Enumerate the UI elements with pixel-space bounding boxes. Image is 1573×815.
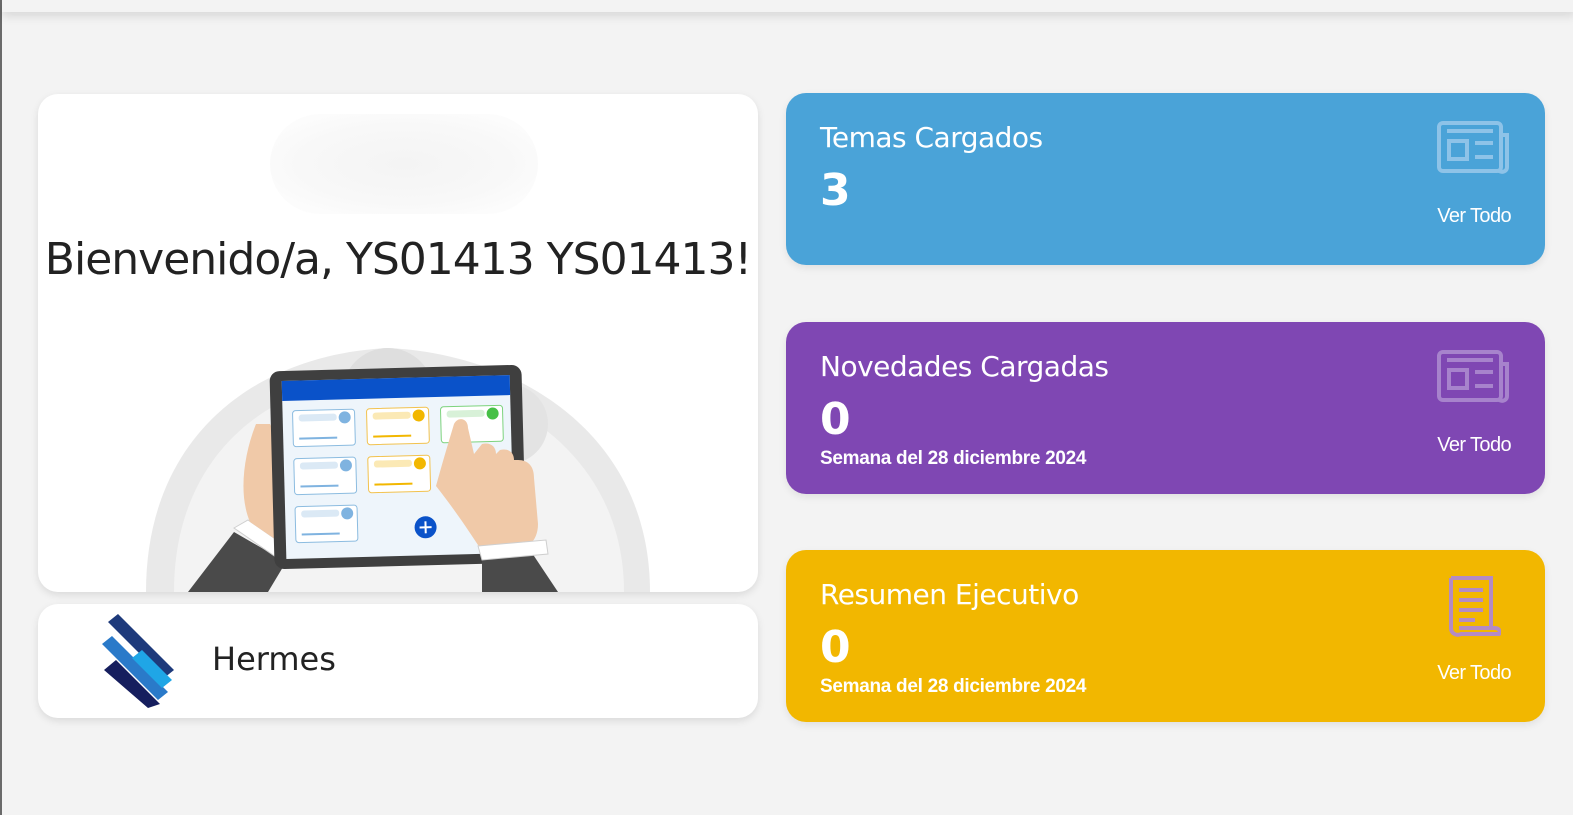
card-value: 0	[820, 622, 851, 673]
ver-todo-link[interactable]: Ver Todo	[1437, 662, 1511, 685]
card-title: Resumen Ejecutivo	[820, 578, 1079, 611]
card-title: Temas Cargados	[820, 121, 1043, 154]
tablet-illustration	[146, 348, 650, 592]
welcome-card: Bienvenido/a, YS01413 YS01413!	[38, 94, 758, 592]
brand-card: Hermes	[38, 604, 758, 718]
card-value: 3	[820, 165, 851, 216]
card-week-label: Semana del 28 diciembre 2024	[820, 676, 1087, 697]
hermes-logo	[102, 614, 174, 708]
card-title: Novedades Cargadas	[820, 350, 1109, 383]
brand-name: Hermes	[212, 640, 336, 678]
novedades-cargadas-card: Novedades Cargadas 0 Semana del 28 dicie…	[786, 322, 1545, 494]
newspaper-icon	[1437, 121, 1509, 174]
top-bar	[2, 0, 1573, 12]
card-week-label: Semana del 28 diciembre 2024	[820, 448, 1087, 469]
ver-todo-link[interactable]: Ver Todo	[1437, 434, 1511, 457]
ver-todo-link[interactable]: Ver Todo	[1437, 205, 1511, 228]
scroll-document-icon	[1449, 576, 1501, 637]
temas-cargados-card: Temas Cargados 3 Ver Todo	[786, 93, 1545, 265]
resumen-ejecutivo-card: Resumen Ejecutivo 0 Semana del 28 diciem…	[786, 550, 1545, 722]
card-value: 0	[820, 394, 851, 445]
newspaper-icon	[1437, 350, 1509, 403]
